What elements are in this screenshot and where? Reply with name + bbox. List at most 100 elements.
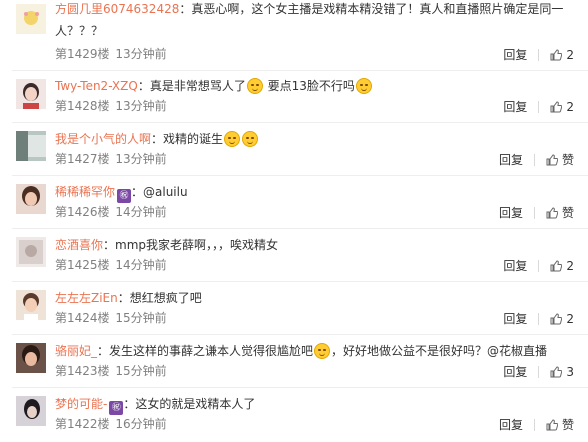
divider	[12, 175, 588, 176]
comment-list: 方圆几里6074632428：真恶心啊，这个女主播是戏精本精没错了！真人和直播照…	[0, 0, 588, 442]
comment-time: 14分钟前	[115, 258, 167, 272]
like-button[interactable]: 2	[550, 311, 574, 327]
comment-username[interactable]: 骆丽妃_	[55, 344, 97, 358]
avatar[interactable]	[16, 184, 46, 214]
reply-button[interactable]: 回复	[499, 417, 523, 433]
thumbs-up-icon	[546, 207, 558, 219]
reply-button[interactable]: 回复	[503, 99, 527, 115]
thumbs-up-icon	[550, 260, 563, 272]
avatar-image	[16, 4, 46, 34]
like-button[interactable]: 2	[550, 258, 574, 274]
like-label: 赞	[561, 417, 574, 432]
like-count: 2	[566, 311, 574, 326]
comment-text: 恋酒喜你：mmp我家老薛啊，，，唉戏精女	[55, 234, 575, 256]
divider	[533, 206, 535, 219]
comment-body: ：真是非常想骂人了	[137, 79, 246, 93]
comment-time: 14分钟前	[115, 205, 167, 219]
grin-emoji-icon	[242, 131, 259, 147]
avatar[interactable]	[16, 4, 46, 34]
avatar-image	[16, 79, 46, 109]
comment-meta: 第1425楼 14分钟前	[55, 257, 167, 273]
avatar[interactable]	[16, 396, 46, 426]
comment-body: ：这女的就是戏精本人了	[123, 397, 256, 411]
like-button[interactable]: 2	[550, 99, 574, 115]
comment-body-continued: 要点13脸不行吗	[263, 79, 355, 93]
divider	[533, 418, 535, 431]
comment-text: 我是个小气的人啊：戏精的诞生	[55, 128, 575, 150]
comment-body: ：mmp我家老薛啊，，，唉戏精女	[103, 238, 279, 252]
divider	[538, 259, 540, 272]
avatar[interactable]	[16, 290, 46, 320]
like-button[interactable]: 3	[550, 364, 574, 380]
floor-number: 第1425楼	[55, 258, 110, 272]
thumbs-up-icon	[546, 154, 558, 166]
reply-button[interactable]: 回复	[499, 205, 523, 221]
avatar[interactable]	[16, 343, 46, 373]
comment-actions: 回复 3	[503, 363, 574, 380]
comment-body: ：戏精的诞生	[151, 132, 224, 146]
comment-item: Twy-Ten2-XZQ：真是非常想骂人了 要点13脸不行吗 第1428楼 13…	[0, 76, 588, 122]
comment-item: 方圆几里6074632428：真恶心啊，这个女主播是戏精本精没错了！真人和直播照…	[0, 0, 588, 62]
comment-meta: 第1423楼 15分钟前	[55, 363, 167, 379]
comment-body: ：@aluilu	[131, 185, 188, 199]
comment-body-continued: ，好好地做公益不是很好吗？@花椒直播	[331, 344, 548, 358]
comment-username[interactable]: 稀稀稀罕你	[55, 185, 115, 199]
comment-meta: 第1427楼 13分钟前	[55, 151, 167, 167]
member-badge-icon: ㊗	[117, 189, 132, 203]
comment-meta: 第1426楼 14分钟前	[55, 204, 167, 220]
divider	[12, 334, 588, 335]
divider	[538, 48, 540, 61]
like-count: 2	[566, 47, 574, 62]
divider	[12, 70, 588, 71]
floor-number: 第1428楼	[55, 99, 110, 113]
comment-username[interactable]: 我是个小气的人啊	[55, 132, 151, 146]
like-button[interactable]: 2	[550, 47, 574, 63]
avatar-image	[16, 396, 46, 426]
like-button[interactable]: 赞	[546, 205, 574, 221]
reply-button[interactable]: 回复	[503, 258, 527, 274]
comment-username[interactable]: 方圆几里6074632428	[55, 2, 179, 16]
comment-item: 我是个小气的人啊：戏精的诞生 第1427楼 13分钟前 回复 赞	[0, 129, 588, 175]
comment-time: 15分钟前	[115, 311, 167, 325]
comment-actions: 回复 2	[503, 98, 574, 115]
comment-username[interactable]: Twy-Ten2-XZQ	[55, 79, 138, 93]
avatar[interactable]	[16, 237, 46, 267]
divider	[12, 122, 588, 123]
divider	[538, 312, 540, 325]
reply-button[interactable]: 回复	[499, 152, 523, 168]
comment-username[interactable]: 恋酒喜你	[55, 238, 103, 252]
comment-meta: 第1428楼 13分钟前	[55, 98, 167, 114]
comment-text: 梦的可能- ㊗：这女的就是戏精本人了	[55, 393, 575, 415]
like-count: 2	[566, 258, 574, 273]
avatar[interactable]	[16, 79, 46, 109]
comment-username[interactable]: 梦的可能-	[55, 397, 107, 411]
like-button[interactable]: 赞	[546, 417, 574, 433]
comment-username[interactable]: 左左左ZiEn	[55, 291, 118, 305]
reply-button[interactable]: 回复	[503, 47, 527, 63]
divider	[12, 228, 588, 229]
avatar[interactable]	[16, 131, 46, 161]
thumbs-up-icon	[546, 419, 558, 431]
thumbs-up-icon	[550, 313, 563, 325]
comment-actions: 回复 2	[503, 46, 574, 63]
floor-number: 第1426楼	[55, 205, 110, 219]
comment-item: 恋酒喜你：mmp我家老薛啊，，，唉戏精女 第1425楼 14分钟前 回复 2	[0, 235, 588, 281]
comment-text: Twy-Ten2-XZQ：真是非常想骂人了 要点13脸不行吗	[55, 75, 575, 97]
comment-actions: 回复 2	[503, 310, 574, 327]
comment-body: ：发生这样的事薛之谦本人觉得很尴尬吧	[97, 344, 314, 358]
floor-number: 第1427楼	[55, 152, 110, 166]
avatar-image	[16, 184, 46, 214]
reply-button[interactable]: 回复	[503, 364, 527, 380]
like-button[interactable]: 赞	[546, 152, 574, 168]
avatar-image	[16, 343, 46, 373]
comment-meta: 第1429楼 13分钟前	[55, 46, 167, 62]
comment-item: 稀稀稀罕你㊗：@aluilu 第1426楼 14分钟前 回复 赞	[0, 182, 588, 228]
comment-actions: 回复 2	[503, 257, 574, 274]
comment-actions: 回复 赞	[499, 151, 574, 168]
comment-text: 左左左ZiEn：想红想疯了吧	[55, 287, 575, 309]
comment-text: 方圆几里6074632428：真恶心啊，这个女主播是戏精本精没错了！真人和直播照…	[55, 0, 575, 42]
comment-item: 左左左ZiEn：想红想疯了吧 第1424楼 15分钟前 回复 2	[0, 288, 588, 334]
comment-item: 骆丽妃_：发生这样的事薛之谦本人觉得很尴尬吧 ，好好地做公益不是很好吗？@花椒直播…	[0, 341, 588, 387]
reply-button[interactable]: 回复	[503, 311, 527, 327]
awkward-emoji-icon	[314, 343, 331, 359]
